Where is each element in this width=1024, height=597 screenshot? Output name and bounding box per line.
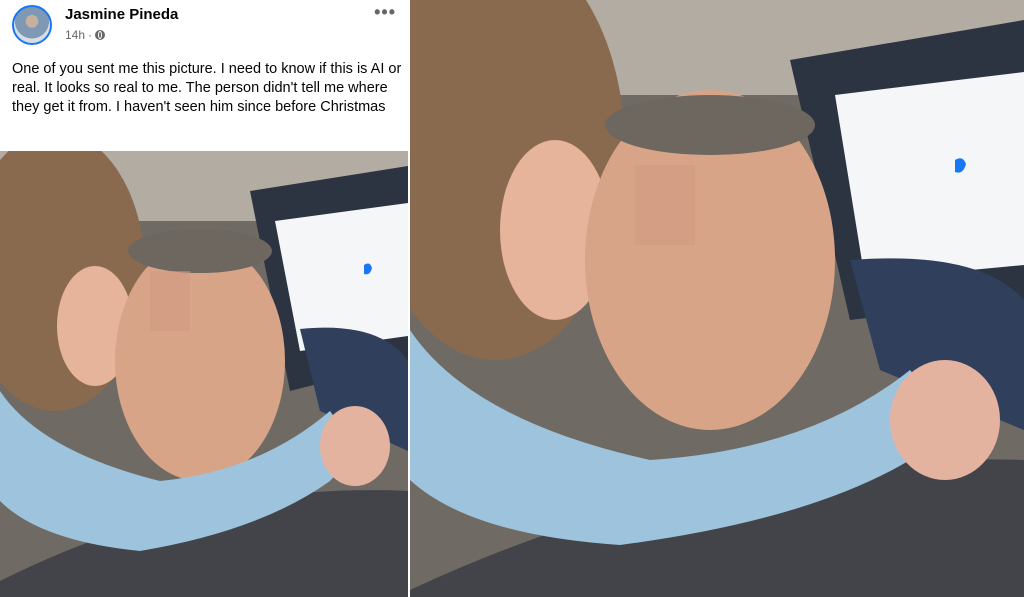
globe-icon[interactable]	[95, 30, 106, 40]
post-photo-image	[0, 151, 408, 597]
more-options-icon[interactable]: •••	[374, 2, 396, 23]
post-time[interactable]: 14h	[65, 28, 85, 42]
enlarged-photo[interactable]	[410, 0, 1024, 597]
enlarged-photo-image	[410, 0, 1024, 597]
author-name[interactable]: Jasmine Pineda	[65, 6, 178, 23]
post-header: Jasmine Pineda 14h · ••• One of you sent…	[0, 0, 408, 150]
post-photo[interactable]	[0, 151, 408, 597]
post-text: One of you sent me this picture. I need …	[12, 61, 402, 115]
facebook-post: Jasmine Pineda 14h · ••• One of you sent…	[0, 0, 408, 597]
author-avatar[interactable]	[12, 5, 52, 45]
meta-separator: ·	[88, 28, 93, 42]
post-meta: 14h ·	[65, 28, 106, 42]
